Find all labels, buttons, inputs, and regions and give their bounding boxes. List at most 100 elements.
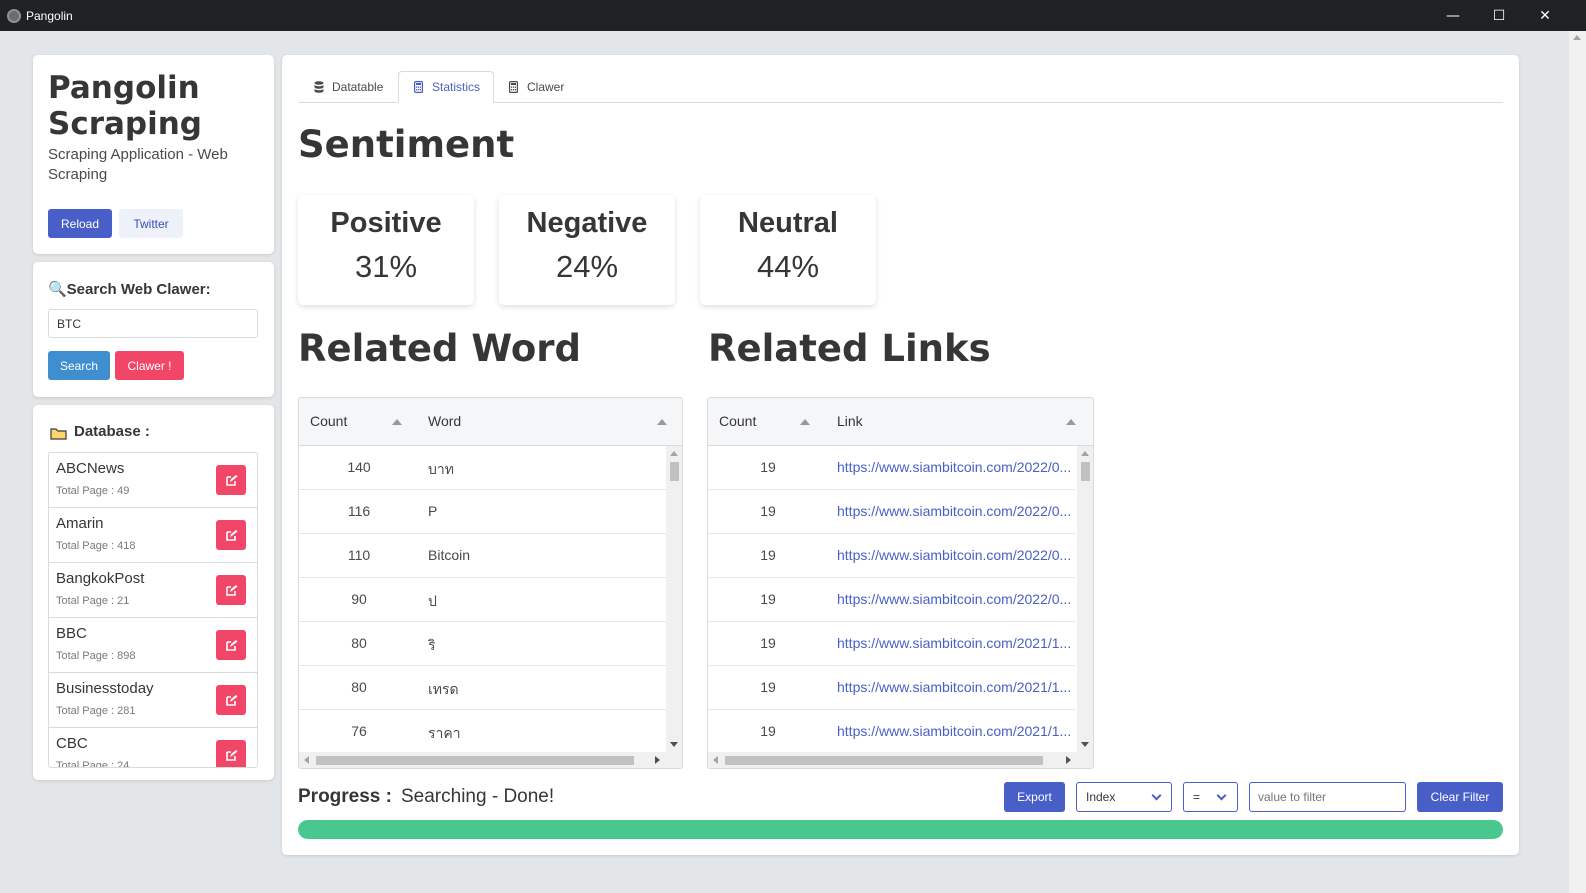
edit-button[interactable]: [216, 465, 246, 495]
link-cell[interactable]: https://www.siambitcoin.com/2022/0...: [837, 547, 1075, 563]
tab-statistics[interactable]: Statistics: [398, 71, 494, 103]
table-row[interactable]: 19 https://www.siambitcoin.com/2022/0...: [708, 578, 1075, 622]
count-cell: 80: [351, 679, 367, 695]
scroll-up-icon[interactable]: [1081, 451, 1089, 456]
scroll-right-icon[interactable]: [1066, 756, 1071, 764]
minimize-button[interactable]: —: [1430, 0, 1476, 31]
edit-button[interactable]: [216, 740, 246, 767]
table-row[interactable]: 140 บาท: [299, 446, 666, 490]
search-button[interactable]: Search: [48, 351, 110, 380]
vertical-scrollbar[interactable]: [666, 446, 682, 752]
scroll-right-icon[interactable]: [655, 756, 660, 764]
table-row[interactable]: 80 ริ: [299, 622, 666, 666]
scrollbar-thumb[interactable]: [725, 756, 1043, 765]
scroll-left-icon[interactable]: [304, 756, 309, 764]
filter-column-value: Index: [1086, 790, 1116, 804]
table-row[interactable]: 90 ป: [299, 578, 666, 622]
table-row[interactable]: 110 Bitcoin: [299, 534, 666, 578]
search-input[interactable]: BTC: [48, 309, 258, 338]
neutral-label: Neutral: [738, 207, 838, 239]
count-cell: 80: [351, 635, 367, 651]
twitter-button[interactable]: Twitter: [119, 209, 183, 238]
db-name: ABCNews: [56, 460, 125, 477]
clear-filter-button[interactable]: Clear Filter: [1417, 782, 1503, 812]
related-word-heading: Related Word: [298, 327, 582, 370]
clawer-button[interactable]: Clawer !: [115, 351, 184, 380]
edit-icon: [225, 584, 237, 596]
positive-label: Positive: [330, 207, 442, 239]
table-row[interactable]: 76 ราคา: [299, 710, 666, 754]
scroll-down-icon[interactable]: [670, 742, 678, 747]
table-row[interactable]: 19 https://www.siambitcoin.com/2021/1...: [708, 710, 1075, 754]
db-name: Businesstoday: [56, 680, 154, 697]
sort-asc-icon[interactable]: [1066, 419, 1076, 425]
horizontal-scrollbar[interactable]: [708, 752, 1093, 768]
filter-value-input[interactable]: [1249, 782, 1406, 812]
column-link[interactable]: Link: [837, 413, 863, 429]
link-cell[interactable]: https://www.siambitcoin.com/2022/0...: [837, 591, 1075, 607]
table-row[interactable]: 19 https://www.siambitcoin.com/2022/0...: [708, 490, 1075, 534]
scrollbar-thumb[interactable]: [670, 462, 679, 481]
reload-button[interactable]: Reload: [48, 209, 112, 238]
list-item[interactable]: BangkokPost Total Page : 21: [49, 563, 257, 618]
edit-button[interactable]: [216, 685, 246, 715]
link-cell[interactable]: https://www.siambitcoin.com/2022/0...: [837, 459, 1075, 475]
close-button[interactable]: ✕: [1522, 0, 1568, 31]
db-name: BangkokPost: [56, 570, 145, 587]
edit-button[interactable]: [216, 575, 246, 605]
scrollbar-thumb[interactable]: [1081, 462, 1090, 481]
table-row[interactable]: 19 https://www.siambitcoin.com/2021/1...: [708, 622, 1075, 666]
sort-asc-icon[interactable]: [657, 419, 667, 425]
list-item[interactable]: Amarin Total Page : 418: [49, 508, 257, 563]
column-word[interactable]: Word: [428, 413, 461, 429]
tab-datatable[interactable]: Datatable: [298, 71, 398, 103]
filter-column-select[interactable]: Index: [1076, 782, 1172, 812]
db-total-pages: Total Page : 24: [56, 760, 130, 768]
positive-value: 31%: [354, 249, 418, 284]
list-item[interactable]: BBC Total Page : 898: [49, 618, 257, 673]
scroll-down-icon[interactable]: [1081, 742, 1089, 747]
negative-card: Negative 24%: [499, 195, 675, 305]
scroll-up-icon[interactable]: [1573, 35, 1581, 40]
related-links-table: Count Link 19 https://www.siambitcoin.com…: [707, 397, 1094, 769]
export-button[interactable]: Export: [1004, 782, 1065, 812]
scroll-left-icon[interactable]: [713, 756, 718, 764]
column-count[interactable]: Count: [310, 413, 347, 429]
table-row[interactable]: 80 เทรด: [299, 666, 666, 710]
edit-icon: [225, 529, 237, 541]
link-cell[interactable]: https://www.siambitcoin.com/2021/1...: [837, 635, 1075, 651]
count-cell: 116: [347, 503, 371, 519]
link-cell[interactable]: https://www.siambitcoin.com/2021/1...: [837, 679, 1075, 695]
calculator-icon: [509, 81, 518, 93]
column-count[interactable]: Count: [719, 413, 756, 429]
list-item[interactable]: CBC Total Page : 24: [49, 728, 257, 768]
progress-bar-fill: [298, 820, 1503, 839]
link-cell[interactable]: https://www.siambitcoin.com/2022/0...: [837, 503, 1075, 519]
window-scrollbar[interactable]: [1569, 31, 1586, 893]
word-cell: บาท: [428, 461, 454, 477]
edit-button[interactable]: [216, 520, 246, 550]
tab-statistics-label: Statistics: [432, 80, 481, 94]
list-item[interactable]: ABCNews Total Page : 49: [49, 453, 257, 508]
table-row[interactable]: 19 https://www.siambitcoin.com/2021/1...: [708, 666, 1075, 710]
link-cell[interactable]: https://www.siambitcoin.com/2021/1...: [837, 723, 1075, 739]
list-item[interactable]: Businesstoday Total Page : 281: [49, 673, 257, 728]
table-row[interactable]: 19 https://www.siambitcoin.com/2022/0...: [708, 446, 1075, 490]
filter-operator-select[interactable]: =: [1183, 782, 1238, 812]
table-row[interactable]: 116 P: [299, 490, 666, 534]
scroll-up-icon[interactable]: [670, 451, 678, 456]
maximize-button[interactable]: ☐: [1476, 0, 1522, 31]
vertical-scrollbar[interactable]: [1077, 446, 1093, 752]
db-name: BBC: [56, 625, 87, 642]
sort-asc-icon[interactable]: [392, 419, 402, 425]
neutral-card: Neutral 44%: [700, 195, 876, 305]
scrollbar-thumb[interactable]: [316, 756, 634, 765]
sort-asc-icon[interactable]: [800, 419, 810, 425]
tab-clawer[interactable]: Clawer: [494, 71, 584, 103]
edit-button[interactable]: [216, 630, 246, 660]
horizontal-scrollbar[interactable]: [299, 752, 682, 768]
table-header: Count Word: [299, 398, 682, 446]
count-cell: 76: [351, 723, 367, 739]
table-row[interactable]: 19 https://www.siambitcoin.com/2022/0...: [708, 534, 1075, 578]
word-cell: ป: [428, 593, 437, 609]
